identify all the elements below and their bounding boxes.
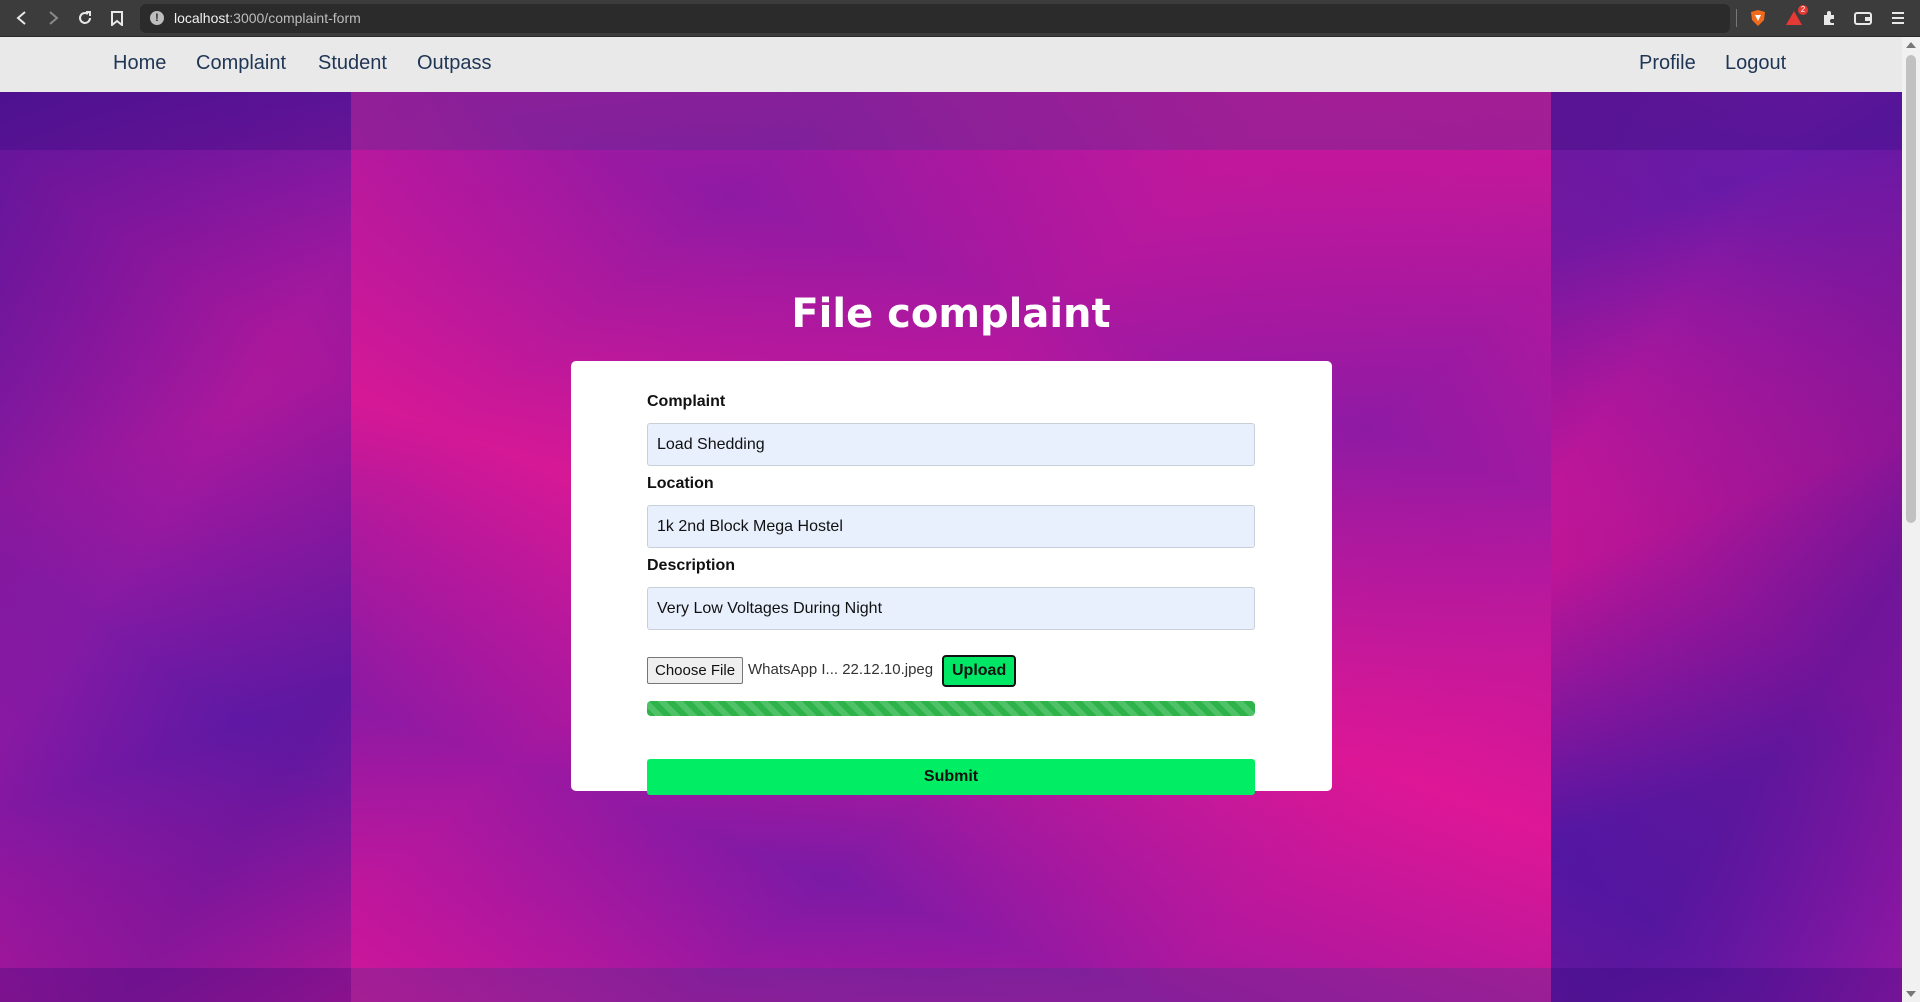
- upload-progress-bar: [647, 701, 1255, 716]
- brave-shield-icon[interactable]: [1747, 8, 1769, 28]
- selected-file-name: WhatsApp I... 22.12.10.jpeg: [748, 661, 934, 678]
- site-info-icon[interactable]: !: [150, 11, 164, 25]
- menu-icon[interactable]: [1887, 8, 1909, 28]
- upload-button[interactable]: Upload: [942, 655, 1017, 687]
- background-panel-band-top: [351, 92, 1551, 150]
- notification-badge: 2: [1798, 5, 1808, 15]
- page-title: File complaint: [791, 291, 1111, 337]
- reload-icon[interactable]: [75, 8, 95, 28]
- page-scrollbar[interactable]: [1902, 37, 1920, 1002]
- upload-progress-fill: [647, 701, 1255, 716]
- forward-icon[interactable]: [43, 8, 63, 28]
- complaint-form-card: Complaint Load Shedding Location 1k 2nd …: [571, 361, 1332, 795]
- nav-profile[interactable]: Profile: [1639, 52, 1696, 75]
- nav-home[interactable]: Home: [113, 52, 166, 75]
- extensions-icon[interactable]: [1818, 8, 1840, 28]
- url-text[interactable]: localhost:3000/complaint-form: [174, 10, 361, 26]
- wallet-icon[interactable]: [1852, 8, 1874, 28]
- scroll-down-arrow-icon[interactable]: [1906, 991, 1916, 997]
- description-label: Description: [647, 557, 736, 574]
- nav-logout[interactable]: Logout: [1725, 52, 1786, 75]
- page-viewport: Home Complaint Student Outpass Profile L…: [0, 37, 1920, 1002]
- scroll-thumb[interactable]: [1906, 55, 1916, 523]
- complaint-input[interactable]: Load Shedding: [647, 423, 1255, 466]
- nav-student[interactable]: Student: [318, 52, 387, 75]
- back-icon[interactable]: [12, 8, 32, 28]
- browser-toolbar: ! localhost:3000/complaint-form 2: [0, 0, 1920, 37]
- background-panel-band-bottom: [351, 968, 1551, 1002]
- submit-button[interactable]: Submit: [647, 759, 1255, 795]
- location-label: Location: [647, 475, 714, 492]
- scroll-up-arrow-icon[interactable]: [1906, 42, 1916, 48]
- nav-outpass[interactable]: Outpass: [417, 52, 491, 75]
- brave-rewards-icon[interactable]: 2: [1783, 5, 1808, 28]
- choose-file-button[interactable]: Choose File: [647, 657, 744, 684]
- bookmark-icon[interactable]: [107, 8, 127, 28]
- top-navbar: Home Complaint Student Outpass Profile L…: [0, 37, 1902, 92]
- address-bar[interactable]: ! localhost:3000/complaint-form: [140, 4, 1730, 33]
- nav-complaint[interactable]: Complaint: [196, 52, 286, 75]
- location-input[interactable]: 1k 2nd Block Mega Hostel: [647, 505, 1255, 548]
- complaint-label: Complaint: [647, 393, 726, 410]
- toolbar-divider: [1736, 9, 1737, 27]
- description-input[interactable]: Very Low Voltages During Night: [647, 587, 1255, 630]
